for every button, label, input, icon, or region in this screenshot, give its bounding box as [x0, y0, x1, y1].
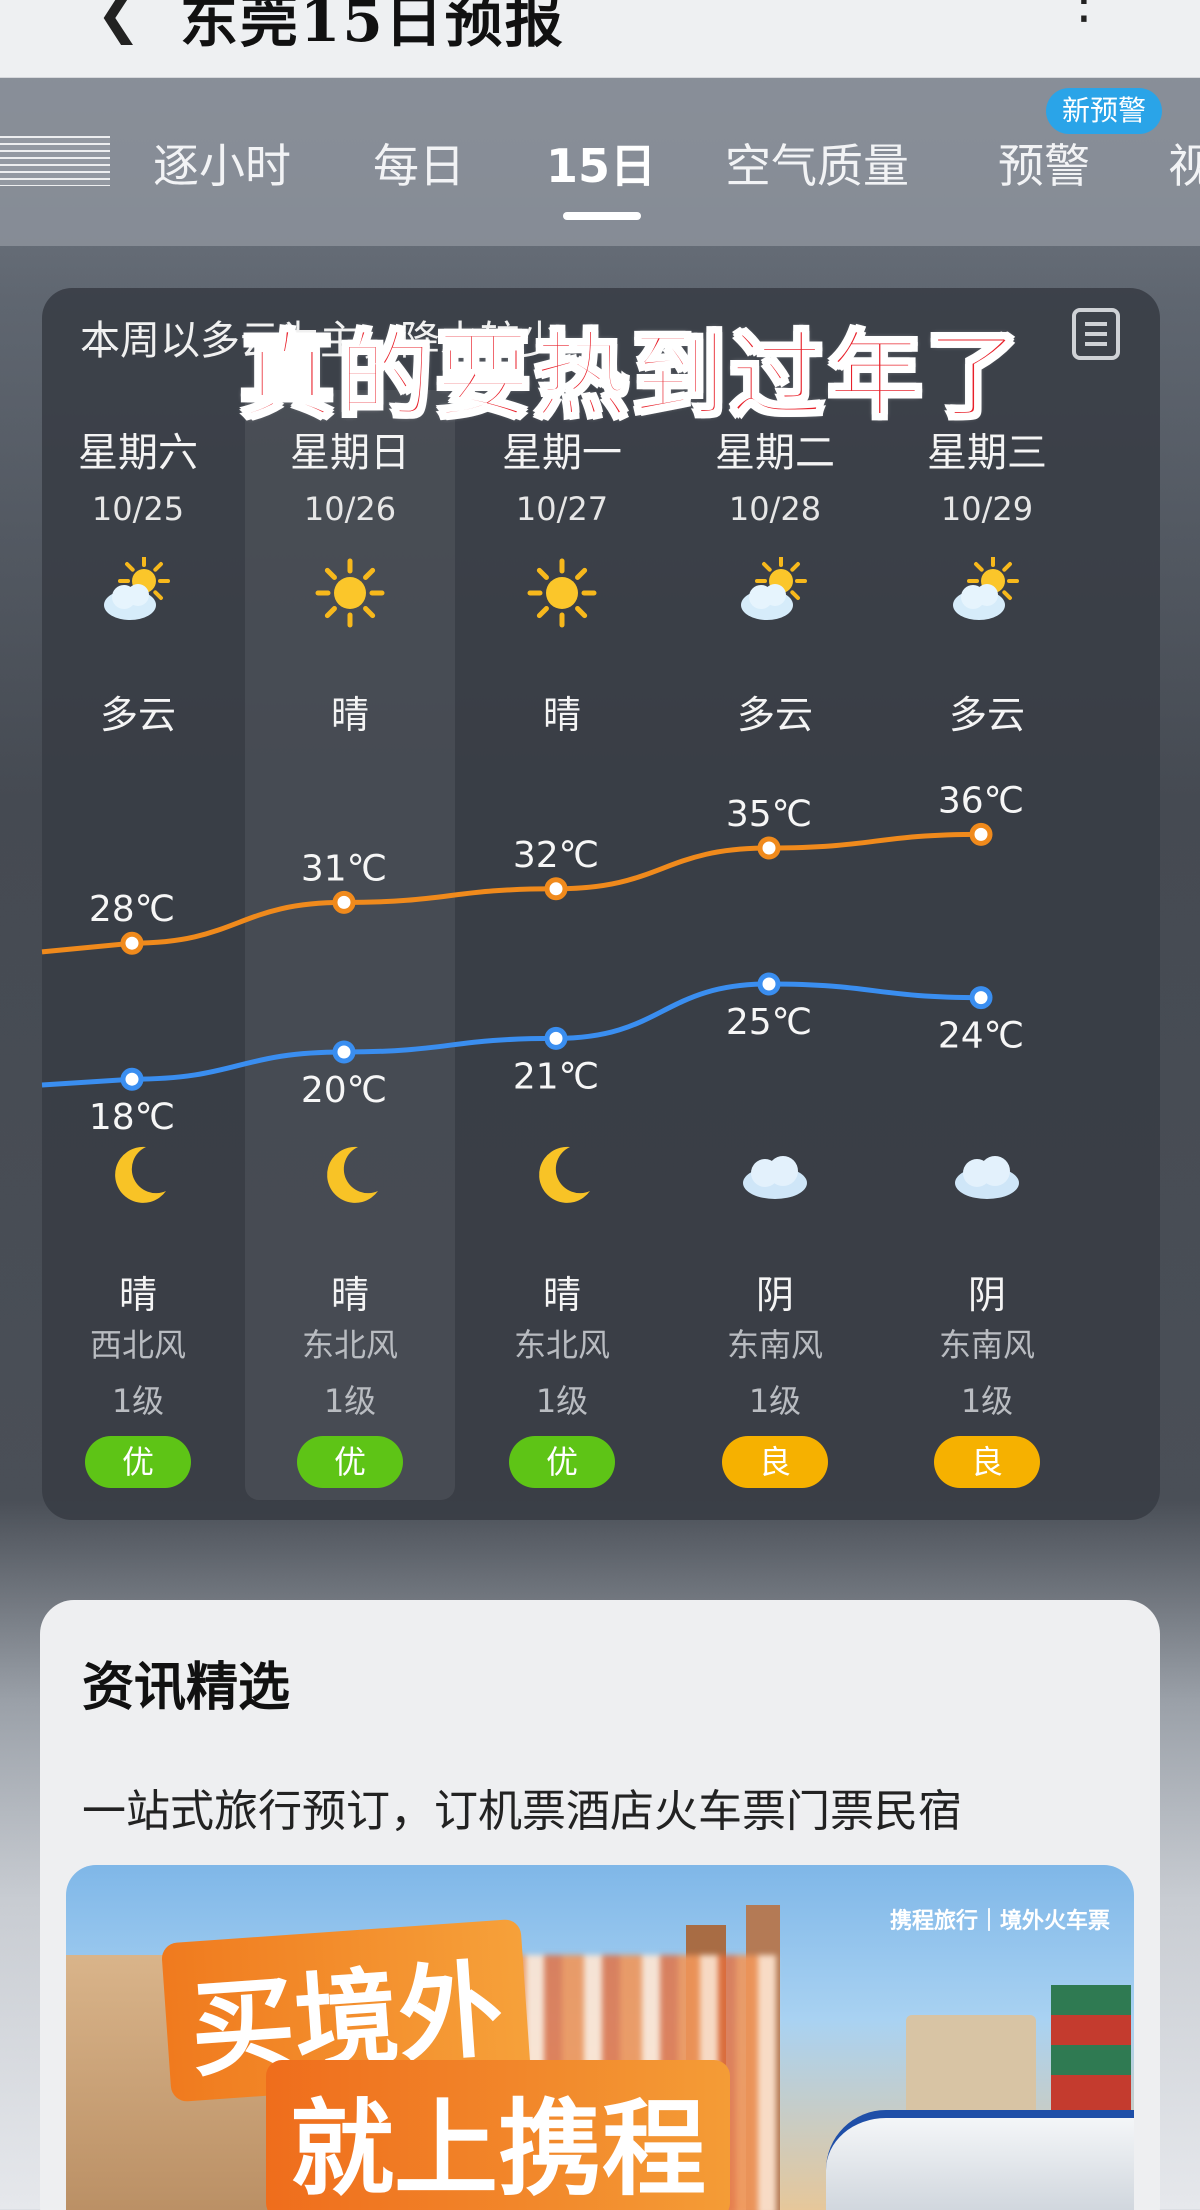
low-temp-label: 20℃ — [301, 1070, 387, 1111]
high-temp-label: 28℃ — [89, 889, 175, 930]
ad-brand-label: 携程旅行｜境外火车票 — [889, 1909, 1110, 1934]
news-ad-description[interactable]: 一站式旅行预订，订机票酒店火车票门票民宿 — [82, 1775, 962, 1839]
low-temp-label: 18℃ — [89, 1097, 175, 1138]
low-temp-point — [544, 1026, 568, 1050]
high-temp-label: 31℃ — [301, 848, 387, 889]
high-temp-label: 35℃ — [726, 794, 812, 835]
low-temp-label: 21℃ — [513, 1056, 599, 1097]
high-temp-label: 36℃ — [938, 780, 1024, 821]
ad-train-image — [826, 2110, 1134, 2210]
high-temp-line — [41, 831, 982, 955]
low-temp-point — [332, 1040, 356, 1064]
ad-banner[interactable]: 买境外 就上携程 携程旅行｜境外火车票 — [66, 1865, 1134, 2210]
low-temp-point — [120, 1067, 144, 1091]
low-temp-label: 24℃ — [938, 1016, 1024, 1057]
ad-headline-line2: 就上携程 — [266, 2060, 731, 2210]
low-temp-label: 25℃ — [726, 1002, 812, 1043]
low-temp-point — [757, 972, 781, 996]
high-temp-point — [969, 822, 993, 846]
high-temp-point — [544, 877, 568, 901]
low-temp-point — [969, 986, 993, 1010]
high-temp-label: 32℃ — [513, 835, 599, 876]
high-temp-point — [757, 836, 781, 860]
news-section-title: 资讯精选 — [82, 1657, 291, 1718]
low-temp-line — [41, 981, 982, 1088]
high-temp-point — [332, 890, 356, 914]
high-temp-point — [120, 931, 144, 955]
